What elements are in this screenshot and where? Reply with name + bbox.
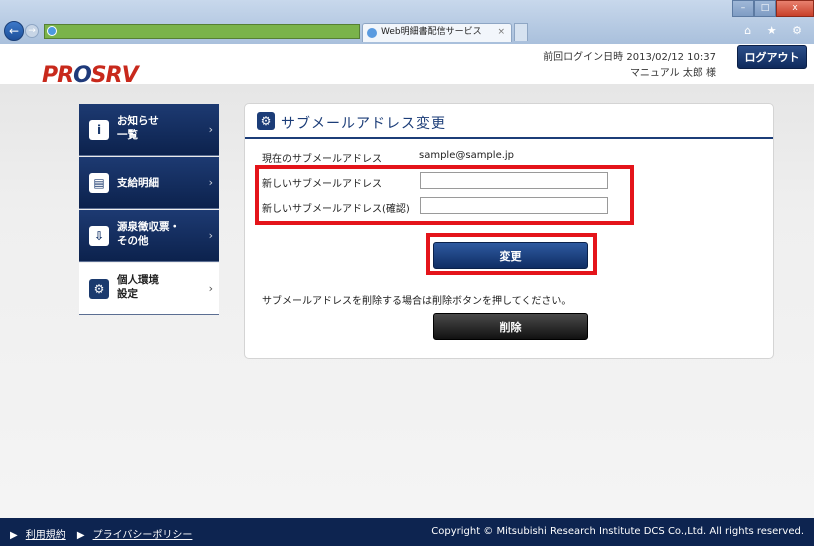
new-tab-button[interactable] bbox=[514, 23, 528, 41]
sidebar-item-notices[interactable]: i お知らせ 一覧 › bbox=[79, 104, 219, 156]
sidebar-item-label: 個人環境 設定 bbox=[117, 274, 159, 300]
highlight-input-fields bbox=[255, 165, 634, 225]
browser-tool-icons[interactable]: ⌂ ★ ⚙ bbox=[744, 24, 808, 37]
footer: ▶ 利用規約 ▶ プライバシーポリシー Copyright © Mitsubishi… bbox=[0, 518, 814, 546]
page-title: サブメールアドレス変更 bbox=[281, 116, 446, 132]
privacy-link[interactable]: プライバシーポリシー bbox=[93, 530, 193, 541]
sub-email-panel: ⚙ サブメールアドレス変更 現在のサブメールアドレス sample@sample… bbox=[244, 103, 774, 359]
highlight-change-button bbox=[426, 233, 597, 275]
tab-close-icon[interactable]: × bbox=[497, 24, 505, 41]
current-email-label: 現在のサブメールアドレス bbox=[262, 154, 382, 165]
logout-button[interactable]: ログアウト bbox=[737, 45, 807, 69]
back-button[interactable]: ← bbox=[4, 21, 24, 41]
address-bar[interactable] bbox=[44, 24, 360, 39]
back-arrow-icon: ← bbox=[8, 24, 20, 38]
sidebar-item-label: 支給明細 bbox=[117, 177, 159, 189]
gear-icon: ⚙ bbox=[89, 279, 109, 299]
sidebar-item-payslip[interactable]: ▤ 支給明細 › bbox=[79, 157, 219, 209]
close-window-button[interactable]: x bbox=[776, 0, 814, 17]
footer-links: ▶ 利用規約 ▶ プライバシーポリシー bbox=[10, 526, 200, 541]
delete-note: サブメールアドレスを削除する場合は削除ボタンを押してください。 bbox=[262, 296, 572, 307]
terms-link[interactable]: 利用規約 bbox=[26, 530, 66, 541]
forward-button[interactable]: → bbox=[25, 24, 39, 38]
info-icon: i bbox=[89, 120, 109, 140]
footer-marker-icon: ▶ bbox=[76, 530, 85, 541]
download-icon: ⇩ bbox=[89, 226, 109, 246]
sidebar-item-label: お知らせ 一覧 bbox=[117, 115, 159, 141]
sidebar-item-withholding[interactable]: ⇩ 源泉徴収票・ その他 › bbox=[79, 210, 219, 262]
window-controls: – □ x bbox=[732, 0, 814, 18]
sidebar-item-label: 源泉徴収票・ その他 bbox=[117, 221, 180, 247]
copyright: Copyright © Mitsubishi Research Institut… bbox=[431, 526, 804, 537]
footer-marker-icon: ▶ bbox=[10, 530, 18, 541]
chevron-right-icon: › bbox=[208, 123, 213, 136]
browser-chrome: ← → Web明細書配信サービス × – □ x ⌂ ★ ⚙ bbox=[0, 0, 814, 44]
chevron-right-icon: › bbox=[208, 176, 213, 189]
payslip-icon: ▤ bbox=[89, 173, 109, 193]
tab-title: Web明細書配信サービス bbox=[381, 27, 482, 37]
sidebar-item-settings[interactable]: ⚙ 個人環境 設定 › bbox=[79, 263, 219, 315]
delete-button[interactable]: 削除 bbox=[433, 313, 588, 340]
minimize-button[interactable]: – bbox=[732, 0, 754, 17]
chevron-right-icon: › bbox=[208, 229, 213, 242]
tab-favicon-icon bbox=[367, 28, 377, 38]
login-info: 前回ログイン日時 2013/02/12 10:37 マニュアル 太郎 様 bbox=[543, 50, 716, 82]
page-icon bbox=[47, 26, 57, 36]
current-email-value: sample@sample.jp bbox=[419, 150, 515, 161]
user-name: マニュアル 太郎 様 bbox=[629, 68, 716, 79]
chevron-right-icon: › bbox=[208, 282, 213, 295]
panel-header: ⚙ サブメールアドレス変更 bbox=[245, 104, 773, 139]
gear-icon: ⚙ bbox=[257, 112, 275, 130]
forward-arrow-icon: → bbox=[28, 26, 36, 36]
browser-tab[interactable]: Web明細書配信サービス × bbox=[362, 23, 512, 42]
maximize-button[interactable]: □ bbox=[754, 0, 776, 17]
last-login: 前回ログイン日時 2013/02/12 10:37 bbox=[543, 52, 716, 63]
